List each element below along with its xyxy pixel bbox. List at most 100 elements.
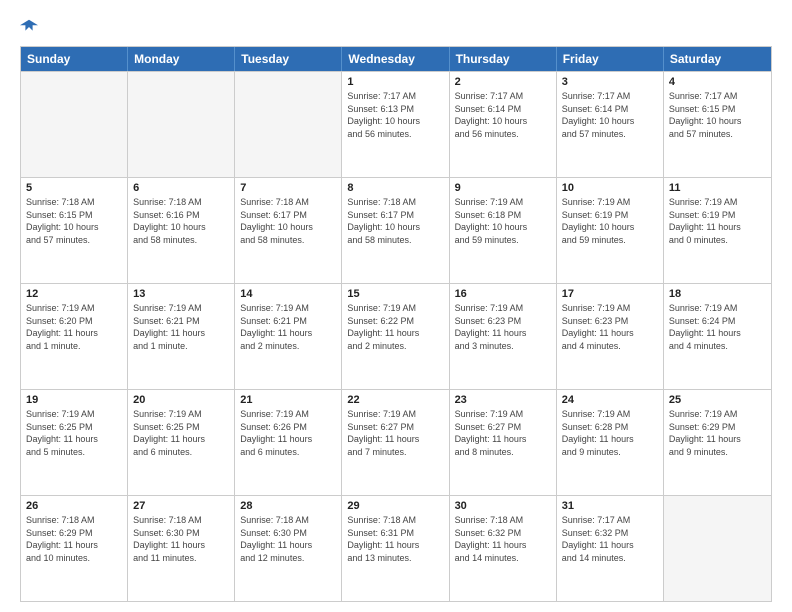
day-number: 13 — [133, 288, 229, 300]
header-cell-tuesday: Tuesday — [235, 47, 342, 71]
day-number: 4 — [669, 76, 766, 88]
week-row-4: 26 Sunrise: 7:18 AMSunset: 6:29 PMDayligh… — [21, 495, 771, 601]
day-info: Sunrise: 7:19 AMSunset: 6:25 PMDaylight:… — [133, 408, 229, 458]
header-cell-monday: Monday — [128, 47, 235, 71]
cal-cell-19: 19Sunrise: 7:19 AMSunset: 6:25 PMDayligh… — [21, 390, 128, 495]
day-number: 7 — [240, 182, 336, 194]
cal-cell-21: 21Sunrise: 7:19 AMSunset: 6:26 PMDayligh… — [235, 390, 342, 495]
day-info: Sunrise: 7:19 AMSunset: 6:26 PMDaylight:… — [240, 408, 336, 458]
day-number: 11 — [669, 182, 766, 194]
cal-cell-empty-2 — [235, 72, 342, 177]
logo-bird-icon — [20, 18, 38, 36]
day-number: 16 — [455, 288, 551, 300]
day-info: Sunrise: 7:19 AMSunset: 6:29 PMDaylight:… — [669, 408, 766, 458]
day-number: 25 — [669, 394, 766, 406]
day-info: Sunrise: 7:19 AMSunset: 6:21 PMDaylight:… — [240, 302, 336, 352]
day-number: 15 — [347, 288, 443, 300]
day-info: Sunrise: 7:19 AMSunset: 6:20 PMDaylight:… — [26, 302, 122, 352]
calendar: SundayMondayTuesdayWednesdayThursdayFrid… — [20, 46, 772, 602]
day-info: Sunrise: 7:18 AMSunset: 6:32 PMDaylight:… — [455, 514, 551, 564]
cal-cell-24: 24 Sunrise: 7:19 AMSunset: 6:28 PMDayligh… — [557, 390, 664, 495]
cal-cell-13: 13 Sunrise: 7:19 AMSunset: 6:21 PMDayligh… — [128, 284, 235, 389]
cal-cell-17: 17 Sunrise: 7:19 AMSunset: 6:23 PMDayligh… — [557, 284, 664, 389]
day-info: Sunrise: 7:17 AMSunset: 6:14 PMDaylight:… — [455, 90, 551, 140]
calendar-header: SundayMondayTuesdayWednesdayThursdayFrid… — [21, 47, 771, 71]
header-cell-saturday: Saturday — [664, 47, 771, 71]
day-number: 9 — [455, 182, 551, 194]
day-number: 28 — [240, 500, 336, 512]
cal-cell-15: 15 Sunrise: 7:19 AMSunset: 6:22 PMDayligh… — [342, 284, 449, 389]
day-info: Sunrise: 7:18 AMSunset: 6:31 PMDaylight:… — [347, 514, 443, 564]
cal-cell-4: 4 Sunrise: 7:17 AMSunset: 6:15 PMDaylight… — [664, 72, 771, 177]
day-number: 26 — [26, 500, 122, 512]
day-number: 17 — [562, 288, 658, 300]
day-info: Sunrise: 7:19 AMSunset: 6:22 PMDaylight:… — [347, 302, 443, 352]
cal-cell-10: 10Sunrise: 7:19 AMSunset: 6:19 PMDayligh… — [557, 178, 664, 283]
day-number: 3 — [562, 76, 658, 88]
day-number: 6 — [133, 182, 229, 194]
day-info: Sunrise: 7:17 AMSunset: 6:32 PMDaylight:… — [562, 514, 658, 564]
cal-cell-27: 27 Sunrise: 7:18 AMSunset: 6:30 PMDayligh… — [128, 496, 235, 601]
cal-cell-11: 11 Sunrise: 7:19 AMSunset: 6:19 PMDayligh… — [664, 178, 771, 283]
calendar-body: 1 Sunrise: 7:17 AMSunset: 6:13 PMDaylight… — [21, 71, 771, 601]
day-number: 24 — [562, 394, 658, 406]
day-info: Sunrise: 7:17 AMSunset: 6:14 PMDaylight:… — [562, 90, 658, 140]
day-number: 30 — [455, 500, 551, 512]
day-number: 2 — [455, 76, 551, 88]
cal-cell-26: 26 Sunrise: 7:18 AMSunset: 6:29 PMDayligh… — [21, 496, 128, 601]
day-info: Sunrise: 7:17 AMSunset: 6:15 PMDaylight:… — [669, 90, 766, 140]
header-cell-wednesday: Wednesday — [342, 47, 449, 71]
cal-cell-3: 3 Sunrise: 7:17 AMSunset: 6:14 PMDaylight… — [557, 72, 664, 177]
day-info: Sunrise: 7:19 AMSunset: 6:21 PMDaylight:… — [133, 302, 229, 352]
day-info: Sunrise: 7:18 AMSunset: 6:30 PMDaylight:… — [240, 514, 336, 564]
day-number: 14 — [240, 288, 336, 300]
day-info: Sunrise: 7:17 AMSunset: 6:13 PMDaylight:… — [347, 90, 443, 140]
logo — [20, 18, 38, 36]
day-number: 20 — [133, 394, 229, 406]
cal-cell-31: 31 Sunrise: 7:17 AMSunset: 6:32 PMDayligh… — [557, 496, 664, 601]
day-number: 12 — [26, 288, 122, 300]
week-row-3: 19Sunrise: 7:19 AMSunset: 6:25 PMDayligh… — [21, 389, 771, 495]
day-info: Sunrise: 7:18 AMSunset: 6:15 PMDaylight:… — [26, 196, 122, 246]
day-info: Sunrise: 7:19 AMSunset: 6:24 PMDaylight:… — [669, 302, 766, 352]
cal-cell-14: 14 Sunrise: 7:19 AMSunset: 6:21 PMDayligh… — [235, 284, 342, 389]
day-info: Sunrise: 7:18 AMSunset: 6:30 PMDaylight:… — [133, 514, 229, 564]
cal-cell-28: 28 Sunrise: 7:18 AMSunset: 6:30 PMDayligh… — [235, 496, 342, 601]
day-info: Sunrise: 7:19 AMSunset: 6:28 PMDaylight:… — [562, 408, 658, 458]
day-info: Sunrise: 7:18 AMSunset: 6:17 PMDaylight:… — [240, 196, 336, 246]
cal-cell-16: 16 Sunrise: 7:19 AMSunset: 6:23 PMDayligh… — [450, 284, 557, 389]
day-info: Sunrise: 7:19 AMSunset: 6:25 PMDaylight:… — [26, 408, 122, 458]
week-row-0: 1 Sunrise: 7:17 AMSunset: 6:13 PMDaylight… — [21, 71, 771, 177]
week-row-1: 5 Sunrise: 7:18 AMSunset: 6:15 PMDaylight… — [21, 177, 771, 283]
day-number: 10 — [562, 182, 658, 194]
cal-cell-5: 5 Sunrise: 7:18 AMSunset: 6:15 PMDaylight… — [21, 178, 128, 283]
cal-cell-8: 8 Sunrise: 7:18 AMSunset: 6:17 PMDaylight… — [342, 178, 449, 283]
day-number: 22 — [347, 394, 443, 406]
cal-cell-empty-1 — [128, 72, 235, 177]
day-info: Sunrise: 7:18 AMSunset: 6:17 PMDaylight:… — [347, 196, 443, 246]
day-info: Sunrise: 7:18 AMSunset: 6:29 PMDaylight:… — [26, 514, 122, 564]
day-number: 1 — [347, 76, 443, 88]
page: SundayMondayTuesdayWednesdayThursdayFrid… — [0, 0, 792, 612]
cal-cell-7: 7 Sunrise: 7:18 AMSunset: 6:17 PMDaylight… — [235, 178, 342, 283]
cal-cell-30: 30 Sunrise: 7:18 AMSunset: 6:32 PMDayligh… — [450, 496, 557, 601]
header — [20, 18, 772, 36]
day-info: Sunrise: 7:18 AMSunset: 6:16 PMDaylight:… — [133, 196, 229, 246]
day-info: Sunrise: 7:19 AMSunset: 6:27 PMDaylight:… — [455, 408, 551, 458]
day-info: Sunrise: 7:19 AMSunset: 6:27 PMDaylight:… — [347, 408, 443, 458]
day-number: 31 — [562, 500, 658, 512]
cal-cell-22: 22 Sunrise: 7:19 AMSunset: 6:27 PMDayligh… — [342, 390, 449, 495]
cal-cell-1: 1 Sunrise: 7:17 AMSunset: 6:13 PMDaylight… — [342, 72, 449, 177]
day-number: 29 — [347, 500, 443, 512]
header-cell-sunday: Sunday — [21, 47, 128, 71]
week-row-2: 12 Sunrise: 7:19 AMSunset: 6:20 PMDayligh… — [21, 283, 771, 389]
day-info: Sunrise: 7:19 AMSunset: 6:18 PMDaylight:… — [455, 196, 551, 246]
day-info: Sunrise: 7:19 AMSunset: 6:23 PMDaylight:… — [562, 302, 658, 352]
day-number: 8 — [347, 182, 443, 194]
day-number: 5 — [26, 182, 122, 194]
cal-cell-29: 29 Sunrise: 7:18 AMSunset: 6:31 PMDayligh… — [342, 496, 449, 601]
day-number: 27 — [133, 500, 229, 512]
day-info: Sunrise: 7:19 AMSunset: 6:19 PMDaylight:… — [669, 196, 766, 246]
day-info: Sunrise: 7:19 AMSunset: 6:23 PMDaylight:… — [455, 302, 551, 352]
day-number: 23 — [455, 394, 551, 406]
